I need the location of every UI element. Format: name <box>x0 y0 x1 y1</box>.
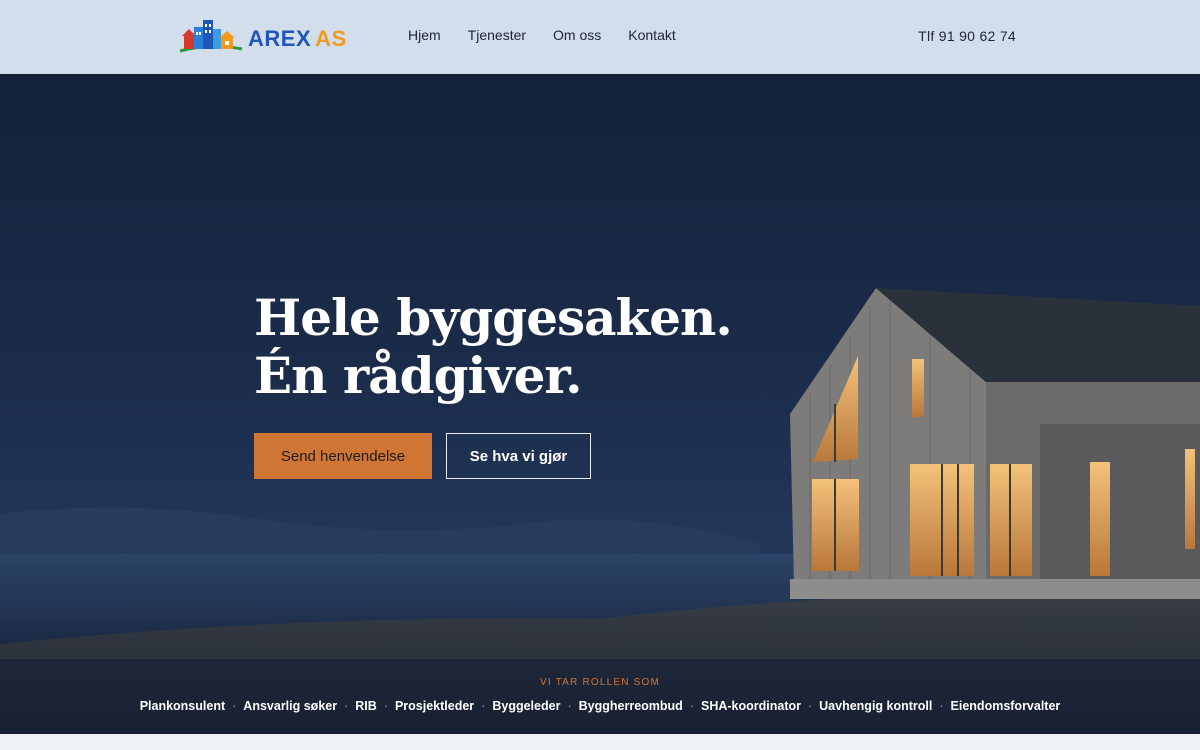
page-bottom-strip <box>0 734 1200 750</box>
brand-name-part1: AREX <box>248 26 312 51</box>
hero-section: Hele byggesaken. Én rådgiver. Send henve… <box>0 74 1200 734</box>
role-item: Plankonsulent <box>139 699 226 713</box>
send-inquiry-button[interactable]: Send henvendelse <box>254 433 432 479</box>
role-item: RIB <box>355 699 377 713</box>
see-services-button[interactable]: Se hva vi gjør <box>446 433 591 479</box>
nav-item-hjem[interactable]: Hjem <box>408 27 441 43</box>
role-item: SHA-koordinator <box>700 699 801 713</box>
roles-list: Plankonsulent · Ansvarlig søker · RIB · … <box>0 699 1200 713</box>
site-header: AREX AS Hjem Tjenester Om oss Kontakt Tlf… <box>0 0 1200 74</box>
role-separator: · <box>383 699 388 713</box>
role-separator: · <box>939 699 944 713</box>
nav-item-tjenester[interactable]: Tjenester <box>468 27 526 43</box>
role-item: Uavhengig kontroll <box>819 699 933 713</box>
brand-name-part2: AS <box>315 26 347 51</box>
role-separator: · <box>344 699 349 713</box>
brand-logo[interactable]: AREX AS <box>178 16 347 56</box>
nav-item-om-oss[interactable]: Om oss <box>553 27 601 43</box>
role-item: Byggeleder <box>492 699 561 713</box>
roles-bar: VI TAR ROLLEN SOM Plankonsulent · Ansvar… <box>0 658 1200 734</box>
role-separator: · <box>567 699 572 713</box>
role-item: Ansvarlig søker <box>243 699 338 713</box>
brand-name: AREX AS <box>248 26 347 52</box>
role-item: Prosjektleder <box>394 699 475 713</box>
main-nav: Hjem Tjenester Om oss Kontakt <box>408 27 676 43</box>
role-separator: · <box>807 699 813 713</box>
hero-headline-line1: Hele byggesaken. <box>254 288 733 347</box>
role-separator: · <box>689 699 694 713</box>
nav-item-kontakt[interactable]: Kontakt <box>628 27 675 43</box>
phone-number[interactable]: Tlf 91 90 62 74 <box>918 28 1016 44</box>
role-separator: · <box>481 699 486 713</box>
role-item: Eiendomsforvalter <box>950 699 1061 713</box>
role-item: Byggherreombud <box>578 699 683 713</box>
role-separator: · <box>232 699 237 713</box>
hero-headline-line2: Én rådgiver. <box>254 346 583 405</box>
roles-label: VI TAR ROLLEN SOM <box>539 677 661 688</box>
hero-headline: Hele byggesaken. Én rådgiver. <box>254 288 733 405</box>
buildings-logo-icon <box>179 20 243 53</box>
